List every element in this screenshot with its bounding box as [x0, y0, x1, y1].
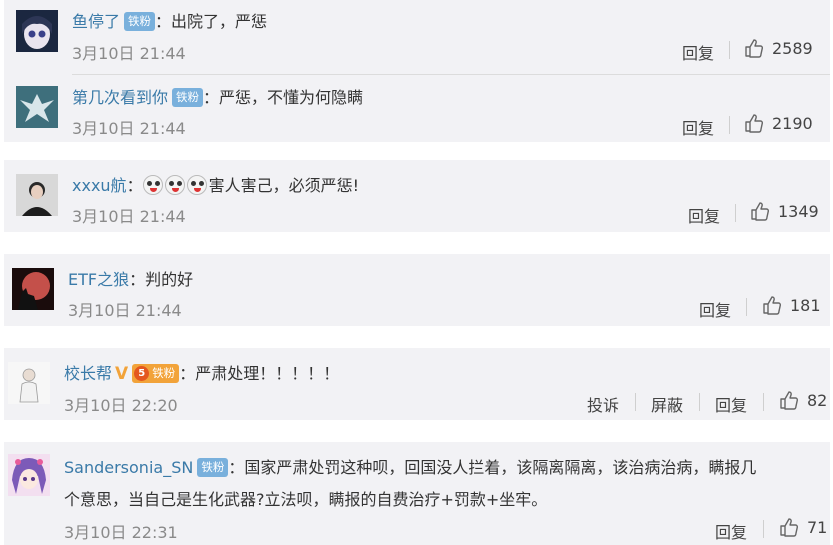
- comment-time: 3月10日 21:44: [68, 301, 182, 320]
- report-button[interactable]: 投诉: [587, 392, 619, 416]
- separator: [763, 520, 764, 538]
- comment-text: 严肃处理！！！！！: [195, 364, 340, 383]
- fan-badge[interactable]: 铁粉: [172, 88, 204, 107]
- username-link[interactable]: Sandersonia_SN: [64, 458, 193, 477]
- comment-header: 鱼停了 铁粉 ：出院了，严惩: [72, 8, 267, 32]
- fan-badge[interactable]: 铁粉: [197, 458, 229, 477]
- separator: [635, 393, 636, 411]
- comment-header: ETF之狼：判的好: [68, 266, 193, 290]
- like-button[interactable]: 1349: [750, 201, 819, 221]
- thumbs-up-icon: [745, 39, 764, 58]
- comment-time: 3月10日 22:31: [64, 523, 178, 542]
- thumbs-up-icon: [751, 202, 770, 221]
- comment-text-continued: 个意思，当自己是生化武器?立法呗，瞒报的自费治疗+罚款+坐牢。: [64, 490, 548, 509]
- reply-button[interactable]: 回复: [682, 40, 714, 64]
- comment-time: 3月10日 22:20: [64, 396, 178, 415]
- like-count: 71: [807, 517, 828, 537]
- colon: ：: [155, 12, 172, 31]
- shocked-face-emoji-icon: [186, 175, 207, 195]
- comment-time: 3月10日 21:44: [72, 119, 186, 138]
- comment-text: 出院了，严惩: [171, 12, 268, 31]
- reply-button[interactable]: 回复: [715, 392, 747, 416]
- like-count: 2190: [772, 113, 813, 133]
- avatar[interactable]: [12, 268, 54, 310]
- like-count: 2589: [772, 38, 813, 58]
- thumbs-up-icon: [763, 296, 782, 315]
- like-button[interactable]: 82: [779, 390, 827, 410]
- colon: ：: [129, 270, 146, 289]
- divider: [72, 74, 830, 75]
- comment-header: 校长帮 V 5 铁粉 ：严肃处理！！！！！: [64, 360, 339, 384]
- like-button[interactable]: 2589: [744, 38, 813, 58]
- shocked-face-emoji-icon: [164, 175, 185, 195]
- like-button[interactable]: 181: [762, 295, 821, 315]
- comment-text: 严惩，不懂为何隐瞒: [219, 88, 364, 107]
- separator: [729, 41, 730, 59]
- block-button[interactable]: 屏蔽: [651, 392, 683, 416]
- username-link[interactable]: 鱼停了: [72, 12, 120, 31]
- reply-button[interactable]: 回复: [688, 203, 720, 227]
- reply-button[interactable]: 回复: [682, 115, 714, 139]
- avatar[interactable]: [8, 454, 50, 496]
- comment-header: 第几次看到你 铁粉 ：严惩，不懂为何隐瞒: [72, 84, 363, 108]
- like-count: 1349: [778, 201, 819, 221]
- fan-badge[interactable]: 5 铁粉: [132, 364, 180, 383]
- thumbs-up-icon: [745, 114, 764, 133]
- like-button[interactable]: 2190: [744, 113, 813, 133]
- colon: ：: [126, 176, 143, 195]
- fan-badge[interactable]: 铁粉: [124, 12, 156, 31]
- separator: [729, 116, 730, 134]
- reply-button[interactable]: 回复: [715, 519, 747, 543]
- avatar[interactable]: [16, 86, 58, 128]
- colon: ：: [203, 88, 220, 107]
- username-link[interactable]: xxxu航: [72, 176, 127, 195]
- avatar[interactable]: [16, 174, 58, 216]
- comment-text: 判的好: [145, 270, 194, 289]
- comment-header: Sandersonia_SN 铁粉 ：国家严肃处罚这种呗，回国没人拦着，该隔离隔离，…: [64, 454, 756, 478]
- colon: ：: [179, 364, 196, 383]
- shocked-face-emoji-icon: [142, 175, 163, 195]
- verified-v-icon: V: [115, 364, 129, 384]
- badge-label: 铁粉: [152, 366, 176, 380]
- avatar[interactable]: [16, 10, 58, 52]
- comment-text: 害人害己，必须严惩!: [208, 176, 359, 195]
- colon: ：: [228, 458, 245, 477]
- separator: [763, 393, 764, 411]
- like-count: 181: [790, 295, 821, 315]
- separator: [699, 393, 700, 411]
- like-count: 82: [807, 390, 828, 410]
- reply-button[interactable]: 回复: [699, 297, 731, 321]
- like-button[interactable]: 71: [779, 517, 827, 537]
- thumbs-up-icon: [780, 518, 799, 537]
- comment-header: xxxu航： 害人害己，必须严惩!: [72, 172, 359, 196]
- level-number: 5: [134, 366, 150, 381]
- username-link[interactable]: 校长帮: [64, 364, 112, 383]
- username-link[interactable]: 第几次看到你: [72, 88, 168, 107]
- comment-time: 3月10日 21:44: [72, 44, 186, 63]
- thumbs-up-icon: [780, 391, 799, 410]
- separator: [735, 204, 736, 222]
- comment-time: 3月10日 21:44: [72, 207, 186, 226]
- username-link[interactable]: ETF之狼: [68, 270, 129, 289]
- avatar[interactable]: [8, 362, 50, 404]
- comment-text: 国家严肃处罚这种呗，回国没人拦着，该隔离隔离，该治病治病，瞒报几: [244, 458, 757, 477]
- separator: [746, 298, 747, 316]
